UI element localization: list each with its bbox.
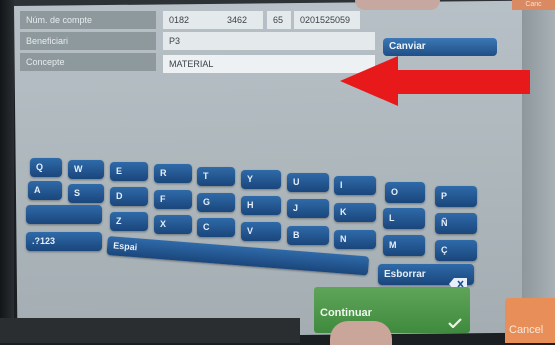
key-n[interactable]: N <box>334 230 376 249</box>
check-icon <box>448 318 462 328</box>
account-number: 0201525059 <box>294 11 360 29</box>
account-branch: 3462 <box>221 11 263 29</box>
top-right-button[interactable]: Canc <box>512 0 555 10</box>
key-u[interactable]: U <box>287 173 329 192</box>
key-t[interactable]: T <box>197 167 235 186</box>
concept-label: Concepte <box>20 53 156 71</box>
red-arrow-icon <box>340 56 530 106</box>
key-enye[interactable]: Ñ <box>435 213 477 234</box>
finger <box>330 321 392 345</box>
key-s[interactable]: S <box>68 184 104 203</box>
device-bottom-bezel <box>0 318 300 343</box>
key-o[interactable]: O <box>385 182 425 203</box>
key-w[interactable]: W <box>68 160 104 179</box>
key-g[interactable]: G <box>197 193 235 212</box>
key-k[interactable]: K <box>334 203 376 222</box>
key-d[interactable]: D <box>110 187 148 206</box>
key-h[interactable]: H <box>241 196 281 215</box>
numbers-key[interactable]: .?123 <box>26 232 102 251</box>
cancel-button[interactable]: Cancel <box>505 298 555 343</box>
account-label: Núm. de compte <box>20 11 156 29</box>
key-m[interactable]: M <box>383 235 425 256</box>
side-panel <box>522 0 555 343</box>
key-v[interactable]: V <box>241 222 281 241</box>
shift-key[interactable] <box>26 205 102 224</box>
key-i[interactable]: I <box>334 176 376 195</box>
change-button[interactable]: Canviar <box>383 38 497 56</box>
key-j[interactable]: J <box>287 199 329 218</box>
key-q[interactable]: Q <box>30 158 62 177</box>
key-c[interactable]: C <box>197 218 235 237</box>
key-e[interactable]: E <box>110 162 148 181</box>
key-f[interactable]: F <box>154 190 192 209</box>
key-x[interactable]: X <box>154 215 192 234</box>
device-left-bezel <box>0 0 14 343</box>
key-a[interactable]: A <box>28 181 62 200</box>
key-b[interactable]: B <box>287 226 329 245</box>
key-z[interactable]: Z <box>110 212 148 231</box>
key-y[interactable]: Y <box>241 170 281 189</box>
beneficiary-field[interactable]: P3 <box>163 32 375 50</box>
beneficiary-label: Beneficiari <box>20 32 156 50</box>
key-p[interactable]: P <box>435 186 477 207</box>
account-control: 65 <box>267 11 291 29</box>
key-l[interactable]: L <box>383 208 425 229</box>
finger-top <box>355 0 440 10</box>
account-bank: 0182 <box>163 11 227 29</box>
key-r[interactable]: R <box>154 164 192 183</box>
key-c-cedilla[interactable]: Ç <box>435 240 477 261</box>
